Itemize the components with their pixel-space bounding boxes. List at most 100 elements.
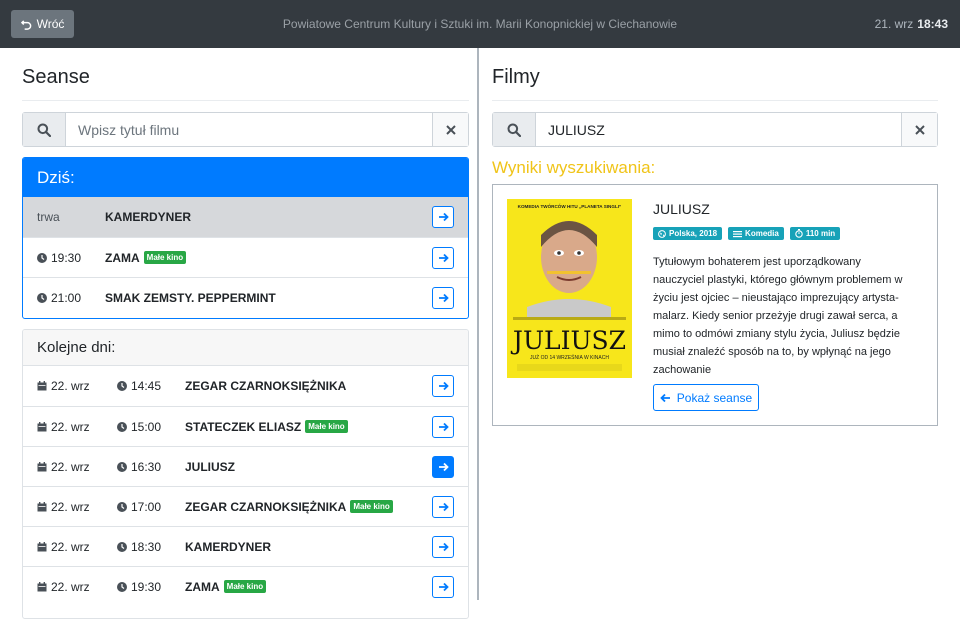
- calendar-icon: [37, 421, 47, 431]
- screening-row[interactable]: 21:00 SMAK ZEMSTY. PEPPERMINT: [23, 277, 468, 317]
- filmy-divider: [492, 100, 938, 101]
- arrow-right-icon: [438, 502, 449, 511]
- clock-icon: [117, 381, 127, 391]
- screening-title: SMAK ZEMSTY. PEPPERMINT: [105, 290, 276, 305]
- go-to-screening-button[interactable]: [432, 575, 454, 598]
- seanse-search-input[interactable]: [66, 113, 432, 146]
- screening-row[interactable]: 22. wrz 19:30 ZAMA Małe kino: [23, 566, 468, 606]
- screening-time-cell: 17:00: [117, 500, 161, 514]
- screening-title-cell: SMAK ZEMSTY. PEPPERMINT: [105, 291, 276, 305]
- screening-time: 18:30: [131, 539, 162, 554]
- screening-row[interactable]: 22. wrz 14:45 ZEGAR CZARNOKSIĘŻNIKA: [23, 366, 468, 406]
- poster-release: JUŻ OD 14 WRZEŚNIA W KINACH: [530, 353, 609, 361]
- clock-icon: [37, 252, 47, 263]
- calendar-icon: [37, 501, 47, 511]
- clock-icon: [117, 541, 127, 552]
- screening-time-cell: 15:00: [117, 420, 161, 434]
- clock-time: 18:43: [917, 17, 948, 31]
- screening-title: ZEGAR CZARNOKSIĘŻNIKA: [185, 379, 347, 393]
- clock-icon: [117, 501, 127, 512]
- clock-icon: [37, 292, 47, 303]
- institution-title: Powiatowe Centrum Kultury i Sztuki im. M…: [282, 17, 678, 31]
- screening-time: 15:00: [131, 419, 162, 434]
- results-heading: Wyniki wyszukiwania:: [492, 158, 656, 177]
- show-screenings-button[interactable]: Pokaż seanse: [653, 384, 759, 411]
- screening-title: JULIUSZ: [185, 459, 236, 474]
- screening-time-cell: 19:30: [37, 251, 81, 265]
- country-year-badge: Polska, 2018: [653, 227, 723, 240]
- show-screenings-label: Pokaż seanse: [676, 390, 753, 405]
- today-card: Dziś: trwa KAMERDYNER 19:30 ZAMA Małe kino 21…: [22, 157, 469, 319]
- go-to-screening-button[interactable]: [432, 375, 454, 397]
- screening-date: 22. wrz: [51, 539, 90, 554]
- screening-row[interactable]: 19:30 ZAMA Małe kino: [23, 237, 468, 277]
- screening-row[interactable]: 22. wrz 16:30 JULIUSZ: [23, 446, 468, 486]
- search-icon: [493, 113, 536, 146]
- screening-row[interactable]: 22. wrz 17:00 ZEGAR CZARNOKSIĘŻNIKA Małe ki…: [23, 486, 468, 526]
- arrow-right-icon: [438, 422, 449, 431]
- screening-date: 22. wrz: [51, 419, 90, 434]
- hall-badge: Małe kino: [143, 251, 187, 264]
- screening-date: 22. wrz: [51, 579, 90, 594]
- globe-icon: [658, 229, 666, 238]
- filmy-search: [492, 112, 938, 147]
- go-to-screening-button[interactable]: [432, 286, 454, 309]
- screening-date-cell: 22. wrz: [37, 420, 90, 434]
- calendar-icon: [37, 381, 47, 391]
- seanse-search: [22, 112, 469, 147]
- screening-time-cell: 16:30: [117, 460, 161, 474]
- screening-date-cell: 22. wrz: [37, 500, 90, 514]
- poster-tagline: KOMEDIA TWÓRCÓW HITU „PLANETA SINGLI”: [518, 202, 622, 209]
- hall-badge: Małe kino: [223, 580, 267, 593]
- screening-title: ZAMA: [105, 250, 140, 265]
- screening-row[interactable]: 22. wrz 18:30 KAMERDYNER: [23, 526, 468, 566]
- screening-row[interactable]: trwa KAMERDYNER: [23, 197, 468, 237]
- screening-date-cell: 22. wrz: [37, 460, 90, 474]
- go-to-screening-button[interactable]: [432, 246, 454, 269]
- film-badges: Polska, 2018 Komedia 110 min: [653, 227, 841, 240]
- next-days-list: 22. wrz 14:45 ZEGAR CZARNOKSIĘŻNIKA 22. wrz…: [23, 366, 468, 606]
- screening-date: 22. wrz: [51, 459, 90, 474]
- clock-date: 21. wrz: [874, 17, 914, 31]
- close-icon: [445, 124, 456, 135]
- clock: 21. wrz 18:43: [875, 17, 948, 31]
- arrow-right-icon: [438, 253, 449, 262]
- clock-icon: [117, 461, 127, 472]
- clock-icon: [117, 421, 127, 432]
- go-to-screening-button[interactable]: [432, 535, 454, 558]
- screening-time: 21:00: [51, 290, 82, 305]
- calendar-icon: [37, 541, 47, 551]
- screening-title: ZAMA: [185, 579, 220, 594]
- screening-date-cell: 22. wrz: [37, 580, 90, 594]
- go-to-screening-button[interactable]: [432, 455, 454, 478]
- go-to-screening-button[interactable]: [432, 415, 454, 438]
- screening-title: ZEGAR CZARNOKSIĘŻNIKA: [185, 499, 347, 514]
- go-to-screening-button[interactable]: [432, 206, 454, 228]
- screening-time-cell: 19:30: [117, 580, 161, 594]
- genre-text: Komedia: [745, 229, 779, 238]
- arrow-left-icon: [660, 393, 670, 402]
- arrow-right-icon: [438, 293, 449, 302]
- clear-search-button[interactable]: [901, 113, 937, 146]
- genre-badge: Komedia: [728, 227, 784, 240]
- arrow-right-icon: [438, 212, 449, 222]
- clock-icon: [117, 581, 127, 592]
- clear-search-button[interactable]: [432, 113, 468, 146]
- screening-title-cell: KAMERDYNER: [185, 540, 271, 554]
- calendar-icon: [37, 581, 47, 591]
- screening-time-cell: 14:45: [117, 379, 161, 393]
- screening-title-cell: ZAMA Małe kino: [185, 579, 267, 594]
- seanse-title: Seanse: [22, 66, 90, 88]
- screening-date: 22. wrz: [51, 379, 90, 393]
- screening-time: 16:30: [131, 459, 162, 474]
- go-to-screening-button[interactable]: [432, 495, 454, 518]
- film-poster: KOMEDIA TWÓRCÓW HITU „PLANETA SINGLI” JU…: [507, 199, 632, 378]
- country-year-text: Polska, 2018: [669, 229, 718, 238]
- filmy-search-input[interactable]: [536, 113, 901, 146]
- screening-row[interactable]: 22. wrz 15:00 STATECZEK ELIASZ Małe kino: [23, 406, 468, 446]
- screening-title-cell: ZEGAR CZARNOKSIĘŻNIKA Małe kino: [185, 500, 393, 514]
- stopwatch-icon: [795, 229, 803, 238]
- hall-badge: Małe kino: [350, 500, 393, 513]
- calendar-icon: [37, 461, 47, 471]
- next-days-header: Kolejne dni:: [23, 330, 468, 366]
